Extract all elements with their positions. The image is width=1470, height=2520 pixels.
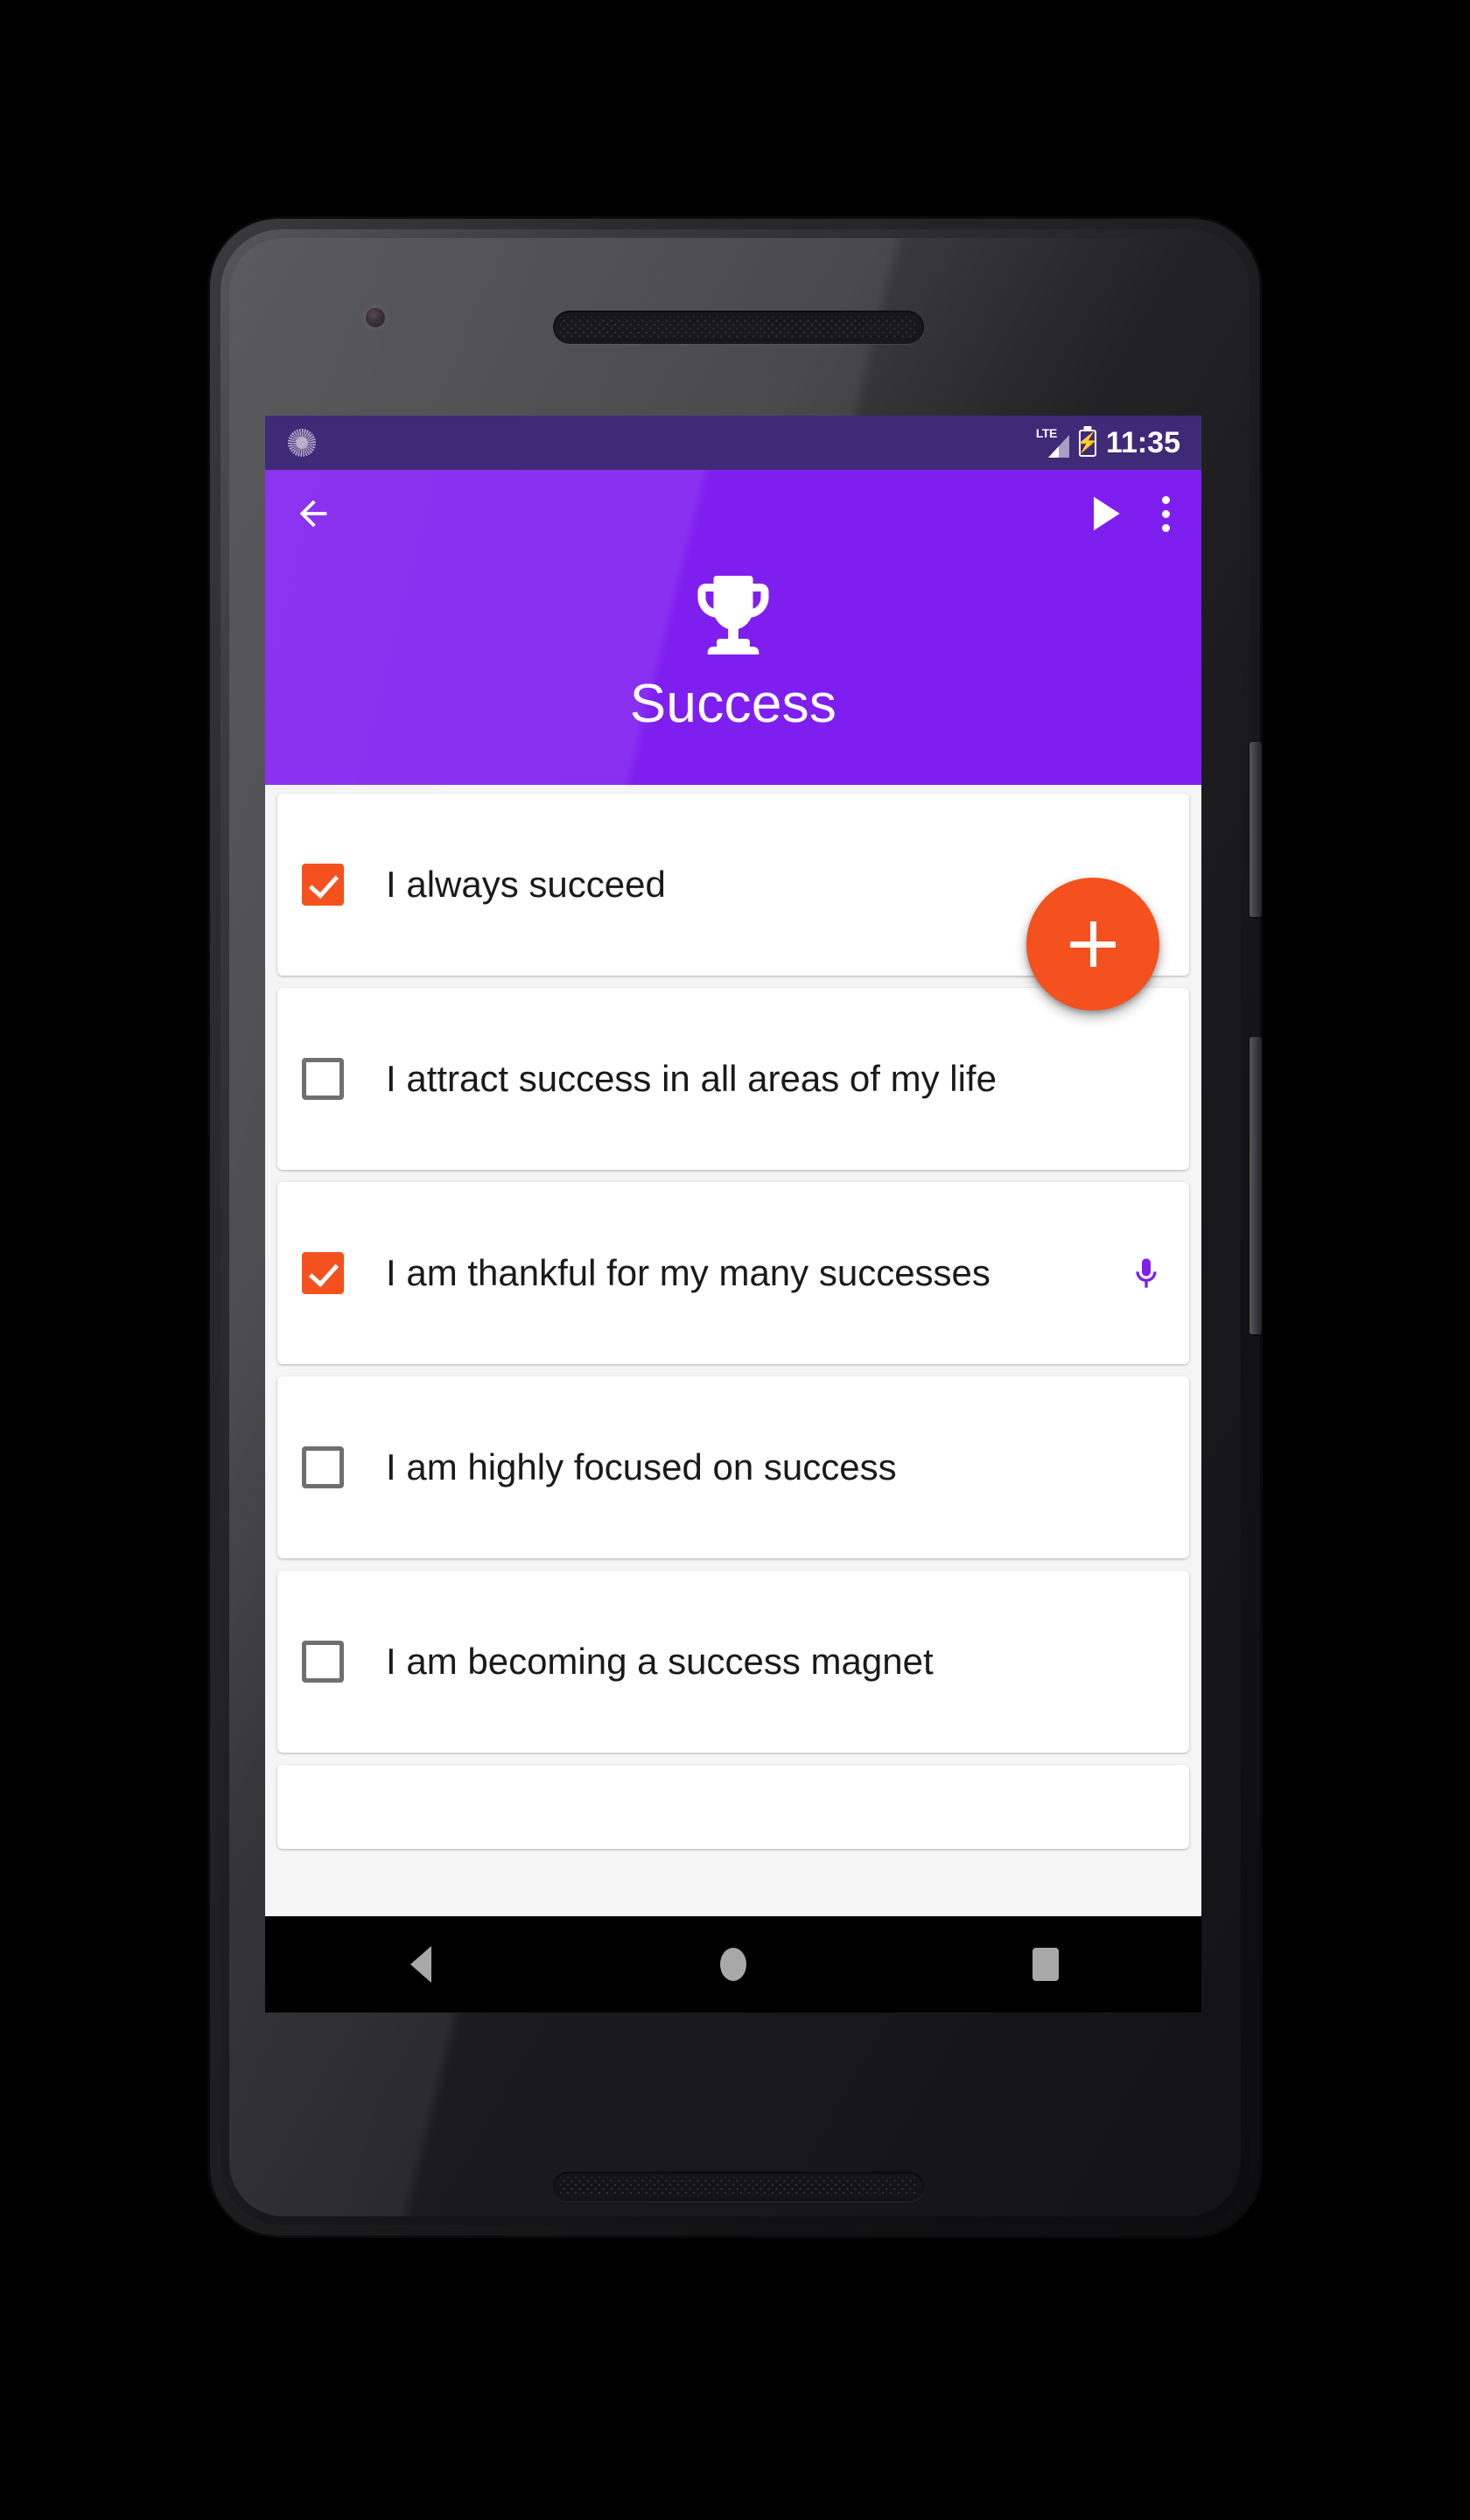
list-item[interactable]: I am highly focused on success	[277, 1376, 1189, 1558]
more-vertical-icon	[1161, 509, 1170, 518]
list-item[interactable]: I am thankful for my many successes	[277, 1182, 1189, 1364]
battery-charging-icon: ⚡	[1075, 429, 1100, 457]
checkbox-unchecked[interactable]	[302, 1641, 344, 1683]
trophy-icon-svg	[697, 576, 769, 654]
checkbox-unchecked[interactable]	[302, 1446, 344, 1488]
overflow-menu-button[interactable]	[1161, 495, 1170, 532]
signal-bars-icon: LTE	[1036, 427, 1069, 458]
battery-bolt-glyph: ⚡	[1075, 431, 1100, 453]
header-content: Success	[265, 568, 1201, 732]
microphone-icon	[1136, 1258, 1157, 1288]
bottom-speaker-icon	[553, 2172, 924, 2202]
screenshot-stage: LTE ⚡ 11:35 Success I always succeed I a…	[0, 0, 1470, 2520]
play-icon	[1094, 496, 1120, 531]
triangle-back-icon	[410, 1946, 432, 1983]
list-item-label: I attract success in all areas of my lif…	[386, 1057, 997, 1099]
trophy-icon	[686, 568, 780, 667]
list-item[interactable]: I am becoming a success magnet	[277, 1571, 1189, 1753]
list-item[interactable]: I attract success in all areas of my lif…	[277, 988, 1189, 1170]
list-item-label: I am highly focused on success	[386, 1446, 897, 1488]
nav-recents-button[interactable]	[984, 1916, 1107, 2012]
status-bar-right: LTE ⚡ 11:35	[1036, 427, 1180, 458]
add-affirmation-fab[interactable]	[1026, 878, 1159, 1011]
signal-triangle-fg	[1047, 446, 1059, 458]
android-navigation-bar	[265, 1916, 1201, 2012]
checkbox-checked[interactable]	[302, 1252, 344, 1294]
checkbox-unchecked[interactable]	[302, 1058, 344, 1100]
app-header: Success	[265, 470, 1201, 785]
volume-rocker-button[interactable]	[1250, 1037, 1262, 1334]
power-button[interactable]	[1250, 742, 1262, 917]
status-bar: LTE ⚡ 11:35	[265, 416, 1201, 470]
plus-icon	[1070, 921, 1116, 967]
square-recents-icon	[1032, 1948, 1059, 1981]
circle-home-icon	[719, 1948, 746, 1981]
list-item-partial[interactable]	[277, 1765, 1189, 1849]
arrow-left-icon	[299, 500, 327, 528]
nav-home-button[interactable]	[672, 1916, 794, 2012]
back-button[interactable]	[293, 494, 333, 534]
sun-circle-icon	[288, 429, 316, 457]
more-vertical-icon	[1161, 495, 1170, 504]
more-vertical-icon	[1161, 523, 1170, 532]
front-camera-icon	[366, 308, 385, 327]
earpiece-speaker-icon	[553, 311, 924, 344]
status-bar-clock: 11:35	[1105, 426, 1180, 459]
phone-screen: LTE ⚡ 11:35 Success I always succeed I a…	[265, 416, 1201, 2012]
play-button[interactable]	[1088, 494, 1161, 534]
status-bar-left	[288, 429, 316, 457]
toolbar	[265, 470, 1201, 557]
checkbox-checked[interactable]	[302, 864, 344, 906]
microphone-button[interactable]	[1126, 1250, 1166, 1297]
nav-back-button[interactable]	[360, 1916, 482, 2012]
page-title: Success	[629, 674, 837, 734]
list-item-label: I am becoming a success magnet	[386, 1640, 934, 1682]
list-item-label: I am thankful for my many successes	[386, 1251, 990, 1293]
